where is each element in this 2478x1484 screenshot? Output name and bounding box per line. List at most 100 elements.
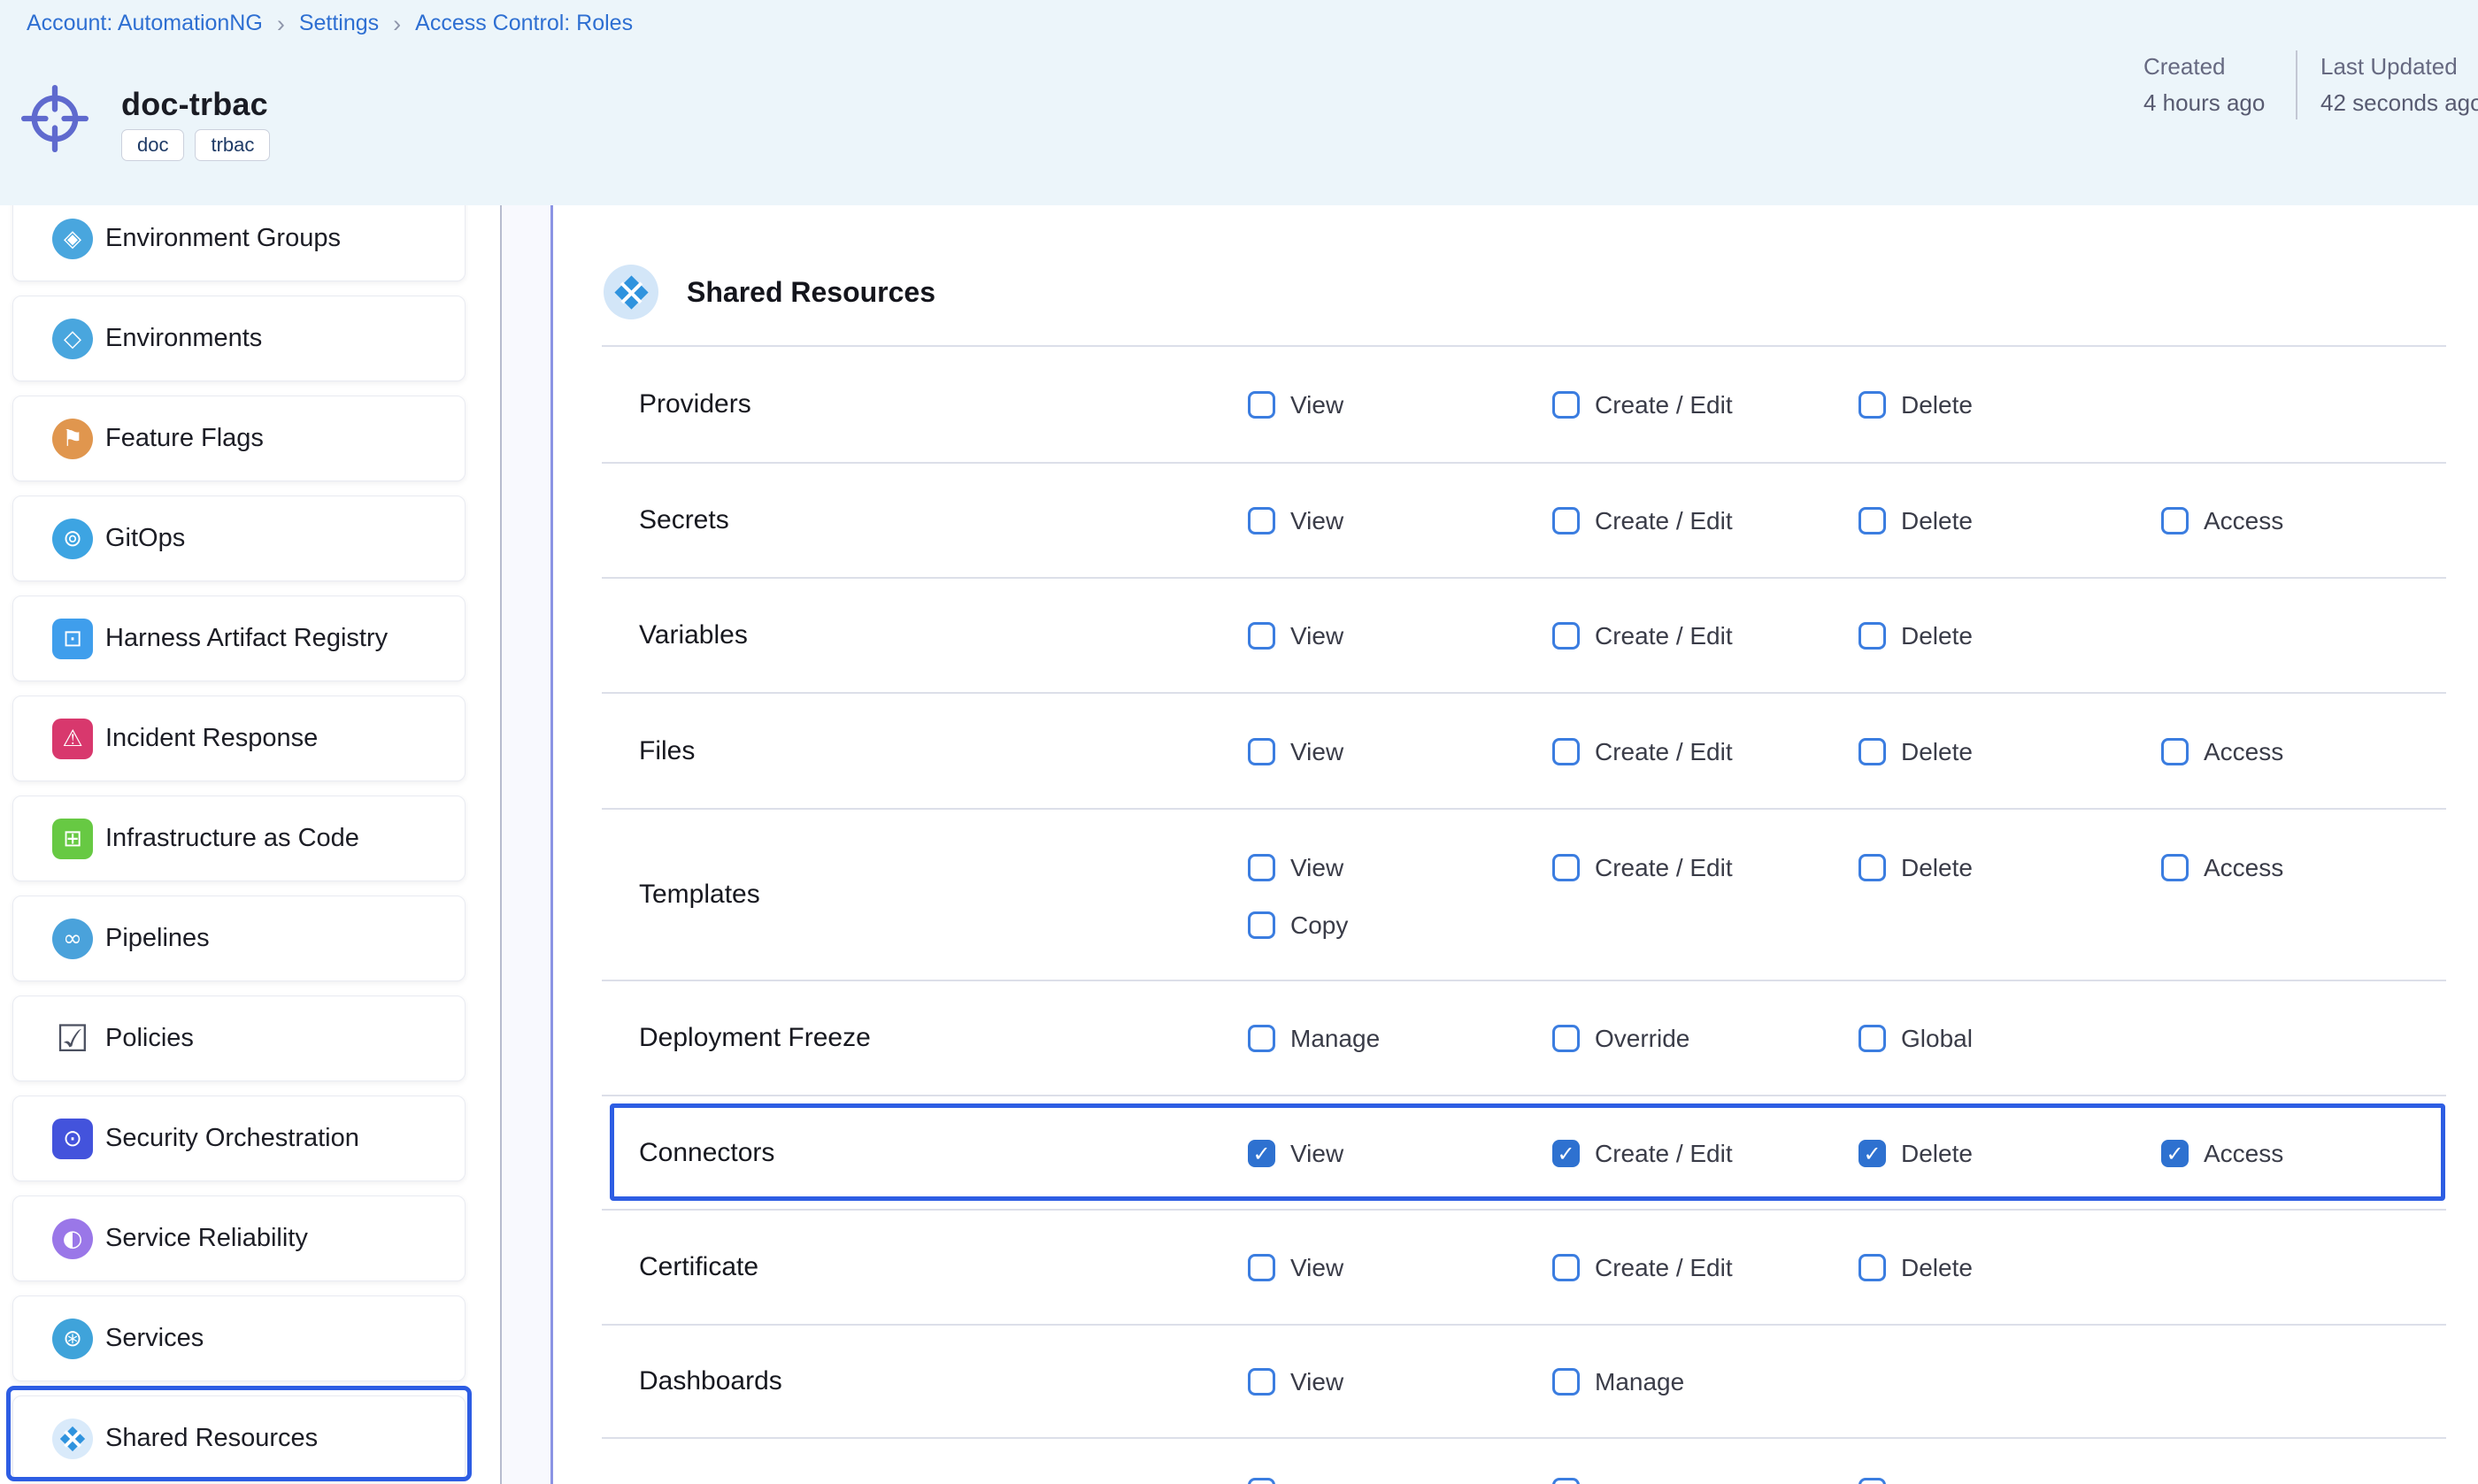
checkbox-access[interactable] [2161,738,2189,765]
meta-divider [2296,50,2297,119]
permission-label: Delete [1901,1254,1973,1281]
checkbox-create-edit[interactable] [1552,854,1580,881]
checkbox-row[interactable] [1858,1478,1886,1484]
page-header: Account: AutomationNG › Settings › Acces… [0,0,2478,205]
permission-label: View [1290,1368,1343,1396]
check-icon: ✓ [2166,1143,2183,1165]
permission-row-templates: TemplatesViewCreate / EditDeleteAccessCo… [602,808,2446,980]
permission-label: View [1290,854,1343,881]
checkbox-access[interactable] [2161,854,2189,881]
checkbox-create-edit[interactable]: ✓ [1552,1140,1580,1167]
checkbox-row[interactable] [1552,1478,1580,1484]
checkbox-access[interactable]: ✓ [2161,1140,2189,1167]
checkbox-global[interactable] [1858,1025,1886,1052]
permission-label: Delete [1901,854,1973,881]
panel-divider[interactable] [500,205,553,1484]
checkbox-create-edit[interactable] [1552,507,1580,534]
permission-label: Create / Edit [1595,1254,1733,1281]
check-icon: ✓ [1863,1143,1881,1165]
gitops-icon: ⊚ [52,519,93,559]
checkbox-delete[interactable] [1858,854,1886,881]
permission-label: Access [2204,507,2283,534]
permission-row-deployment-freeze: Deployment FreezeManageOverrideGlobal [602,980,2446,1095]
checkbox-view[interactable] [1248,391,1275,419]
sidebar-item-label: Environment Groups [105,224,341,253]
checkbox-delete[interactable] [1858,738,1886,765]
last-updated-value: 42 seconds ago [2320,85,2478,121]
created-value: 4 hours ago [2143,85,2265,121]
sidebar-item-label: Service Reliability [105,1224,308,1253]
checkbox-manage[interactable] [1248,1025,1275,1052]
checkbox-view[interactable] [1248,738,1275,765]
checkbox-create-edit[interactable] [1552,391,1580,419]
policies-icon: ☑ [52,1019,93,1059]
checkbox-view[interactable] [1248,854,1275,881]
created-label: Created [2143,49,2265,85]
checkbox-copy[interactable] [1248,911,1275,939]
checkbox-delete[interactable] [1858,507,1886,534]
permission-label: Create / Edit [1595,391,1733,419]
last-updated-label: Last Updated [2320,49,2478,85]
sidebar-item-policies[interactable]: ☑Policies [12,996,466,1081]
checkbox-create-edit[interactable] [1552,622,1580,650]
sidebar-item-label: GitOps [105,524,185,553]
permission-label: Global [1901,1025,1973,1052]
security-orchestration-icon: ⊙ [52,1119,93,1159]
checkbox-view[interactable] [1248,1254,1275,1281]
infrastructure-as-code-icon: ⊞ [52,819,93,859]
sidebar-item-label: Security Orchestration [105,1124,359,1153]
sidebar-item-pipelines[interactable]: ∞Pipelines [12,896,466,981]
permission-label: Manage [1290,1025,1380,1052]
breadcrumb-settings[interactable]: Settings [299,11,379,36]
sidebar-item-gitops[interactable]: ⊚ GitOps [12,496,466,581]
harness-artifact-registry-icon: ⊡ [52,619,93,659]
sidebar-item-environment-groups[interactable]: ◈Environment Groups [12,196,466,281]
checkbox-view[interactable] [1248,622,1275,650]
checkbox-delete[interactable]: ✓ [1858,1140,1886,1167]
breadcrumb-access-control-roles[interactable]: Access Control: Roles [415,11,633,36]
checkbox-row[interactable] [1248,1478,1275,1484]
permission-label: Delete [1901,391,1973,419]
permission-row-certificate: CertificateViewCreate / EditDelete [602,1209,2446,1324]
checkbox-view[interactable] [1248,507,1275,534]
permission-row-providers: ProvidersViewCreate / EditDelete [602,345,2446,462]
sidebar-item-harness-artifact-registry[interactable]: ⊡Harness Artifact Registry [12,596,466,681]
checkbox-manage[interactable] [1552,1368,1580,1396]
sidebar-item-incident-response[interactable]: ⚠Incident Response [12,696,466,781]
permission-row-files: FilesViewCreate / EditDeleteAccess [602,692,2446,808]
sidebar-item-service-reliability[interactable]: ◐Service Reliability [12,1196,466,1281]
sidebar-item-environments[interactable]: ◇Environments [12,296,466,381]
tag-doc: doc [121,129,184,161]
checkbox-view[interactable] [1248,1368,1275,1396]
shared-resources-icon [52,1419,93,1459]
last-updated-meta: Last Updated 42 seconds ago [2320,49,2478,121]
sidebar-item-infrastructure-as-code[interactable]: ⊞ Infrastructure as Code [12,796,466,881]
sidebar-item-label: Feature Flags [105,424,264,453]
checkbox-delete[interactable] [1858,1254,1886,1281]
checkbox-view[interactable]: ✓ [1248,1140,1275,1167]
breadcrumb-account[interactable]: Account: AutomationNG [27,11,263,36]
sidebar-item-services[interactable]: ⊛Services [12,1296,466,1381]
sidebar-item-shared-resources[interactable]: Shared Resources [12,1396,466,1481]
permission-label: Access [2204,738,2283,765]
page-title: doc-trbac [121,86,268,123]
breadcrumb: Account: AutomationNG › Settings › Acces… [27,9,633,38]
checkbox-override[interactable] [1552,1025,1580,1052]
checkbox-access[interactable] [2161,507,2189,534]
checkbox-delete[interactable] [1858,391,1886,419]
permission-row-partial [602,1437,2446,1484]
permission-label: Override [1595,1025,1689,1052]
permission-label: Create / Edit [1595,507,1733,534]
permission-label: Copy [1290,911,1348,939]
resource-label: Secrets [639,464,729,577]
permission-label: Create / Edit [1595,1140,1733,1167]
checkbox-delete[interactable] [1858,622,1886,650]
checkbox-create-edit[interactable] [1552,738,1580,765]
sidebar-item-security-orchestration[interactable]: ⊙ Security Orchestration [12,1096,466,1181]
checkbox-create-edit[interactable] [1552,1254,1580,1281]
permission-label: View [1290,507,1343,534]
check-icon: ✓ [1252,1143,1270,1165]
sidebar-item-label: Infrastructure as Code [105,824,359,853]
created-meta: Created 4 hours ago [2143,49,2265,121]
sidebar-item-feature-flags[interactable]: ⚑Feature Flags [12,396,466,481]
